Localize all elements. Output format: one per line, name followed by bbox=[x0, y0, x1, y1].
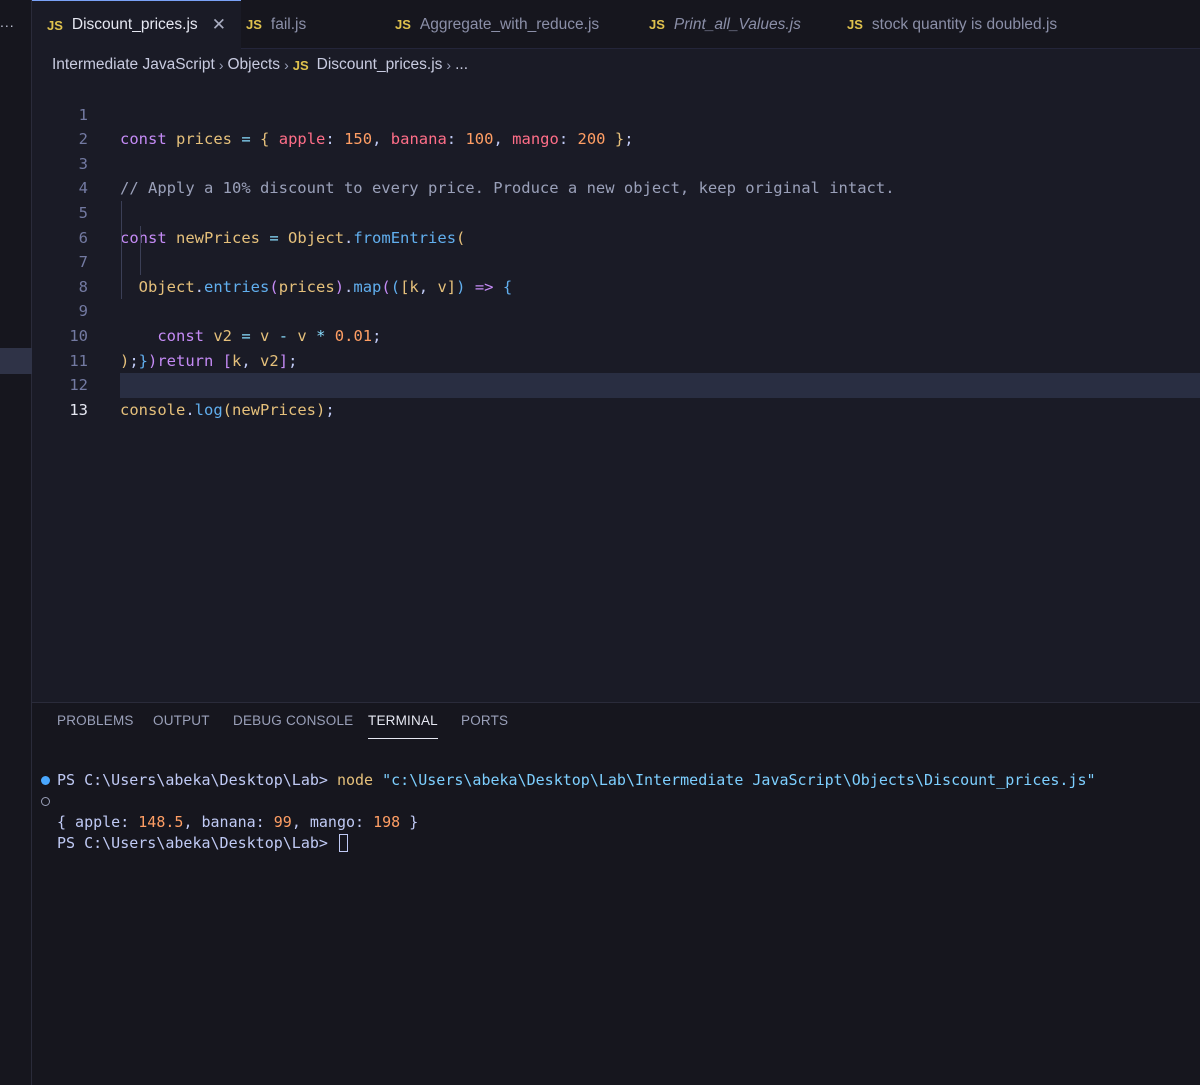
tab-problems[interactable]: PROBLEMS bbox=[57, 713, 134, 739]
indent-guide bbox=[140, 225, 141, 251]
bottom-panel: PROBLEMS OUTPUT DEBUG CONSOLE TERMINAL P… bbox=[32, 702, 1200, 1085]
code-line[interactable]: 10 ); bbox=[32, 299, 1200, 370]
tab-label: Print_all_Values.js bbox=[673, 15, 801, 33]
activity-bar: ... bbox=[0, 0, 32, 1085]
js-file-icon: JS bbox=[847, 17, 863, 32]
js-file-icon: JS bbox=[246, 17, 262, 32]
code-line[interactable]: 1 const prices = { apple: 150, banana: 1… bbox=[32, 78, 1200, 149]
js-file-icon: JS bbox=[649, 17, 665, 32]
tab-ports[interactable]: PORTS bbox=[461, 713, 508, 739]
code-line[interactable]: 9 }) bbox=[32, 274, 1200, 370]
line-code: console.log(newPrices); bbox=[120, 400, 335, 419]
terminal-line: { apple: 148.5, banana: 99, mango: 198 } bbox=[32, 770, 1200, 831]
breadcrumb-item-symbol[interactable]: ... bbox=[455, 56, 468, 74]
terminal-output: { apple: 148.5, banana: 99, mango: 198 } bbox=[57, 813, 419, 831]
code-line[interactable]: 5 const newPrices = Object.fromEntries( bbox=[32, 176, 1200, 247]
terminal-line: PS C:\Users\abeka\Desktop\Lab> bbox=[32, 791, 1200, 852]
code-line-current[interactable]: 13 bbox=[32, 373, 1200, 419]
more-icon[interactable]: ... bbox=[0, 14, 15, 30]
chevron-right-icon: › bbox=[284, 57, 289, 73]
indent-guide bbox=[140, 250, 141, 275]
tab-label: Aggregate_with_reduce.js bbox=[419, 15, 600, 33]
tab-terminal[interactable]: TERMINAL bbox=[368, 713, 438, 739]
tab-label: Discount_prices.js bbox=[71, 16, 198, 33]
close-icon[interactable]: ✕ bbox=[212, 15, 226, 35]
code-line[interactable]: 2 bbox=[32, 103, 1200, 148]
chevron-right-icon: › bbox=[218, 57, 224, 73]
js-file-icon: JS bbox=[292, 57, 309, 73]
code-line[interactable]: 6 Object.entries(prices).map(([k, v]) =>… bbox=[32, 200, 1200, 296]
editor-tab-bar: JS Discount_prices.js ✕ JS fail.js JS Ag… bbox=[32, 0, 1200, 49]
js-file-icon: JS bbox=[47, 17, 63, 33]
tab-stock-quantity-doubled[interactable]: JS stock quantity is doubled.js bbox=[847, 0, 1057, 49]
tab-label: stock quantity is doubled.js bbox=[871, 15, 1058, 33]
js-file-icon: JS bbox=[395, 17, 411, 32]
tab-output[interactable]: OUTPUT bbox=[153, 713, 210, 739]
breadcrumb-item-subfolder[interactable]: Objects bbox=[228, 56, 281, 74]
tab-debug-console[interactable]: DEBUG CONSOLE bbox=[233, 713, 353, 739]
terminal-prompt: PS C:\Users\abeka\Desktop\Lab> bbox=[57, 834, 328, 852]
tab-print-all-values[interactable]: JS Print_all_Values.js bbox=[649, 0, 801, 49]
indent-guide bbox=[121, 274, 122, 300]
current-line-highlight bbox=[120, 373, 1200, 398]
chevron-right-icon: › bbox=[446, 57, 452, 73]
indent-guide bbox=[121, 225, 122, 251]
code-line[interactable]: 4 bbox=[32, 152, 1200, 197]
code-editor[interactable]: 1 const prices = { apple: 150, banana: 1… bbox=[32, 78, 1200, 419]
terminal[interactable]: PS C:\Users\abeka\Desktop\Lab> node "c:\… bbox=[32, 749, 1200, 852]
indent-guide bbox=[121, 200, 122, 226]
code-line[interactable]: 7 const v2 = v - v * 0.01; bbox=[32, 225, 1200, 345]
tab-aggregate-with-reduce[interactable]: JS Aggregate_with_reduce.js bbox=[395, 0, 599, 49]
pending-dot-icon[interactable] bbox=[41, 797, 50, 806]
code-line[interactable]: 8 return [k, v2]; bbox=[32, 250, 1200, 370]
indent-guide bbox=[121, 250, 122, 275]
code-line[interactable]: 11 bbox=[32, 324, 1200, 370]
tab-label: fail.js bbox=[270, 15, 307, 33]
breadcrumb-item-folder[interactable]: Intermediate JavaScript bbox=[52, 56, 215, 74]
success-dot-icon[interactable] bbox=[41, 776, 50, 785]
tab-discount-prices[interactable]: JS Discount_prices.js ✕ bbox=[32, 0, 241, 49]
breadcrumb-item-file[interactable]: Discount_prices.js bbox=[317, 56, 443, 74]
code-line[interactable]: 12 console.log(newPrices); bbox=[32, 349, 1200, 419]
line-number: 13 bbox=[69, 400, 88, 419]
tab-fail[interactable]: JS fail.js bbox=[246, 0, 306, 49]
breadcrumb: Intermediate JavaScript › Objects › JS D… bbox=[52, 54, 468, 76]
active-item-marker bbox=[0, 348, 32, 374]
terminal-line: PS C:\Users\abeka\Desktop\Lab> node "c:\… bbox=[32, 749, 1200, 789]
terminal-cursor bbox=[338, 834, 348, 852]
code-line[interactable]: 3 // Apply a 10% discount to every price… bbox=[32, 127, 1200, 198]
